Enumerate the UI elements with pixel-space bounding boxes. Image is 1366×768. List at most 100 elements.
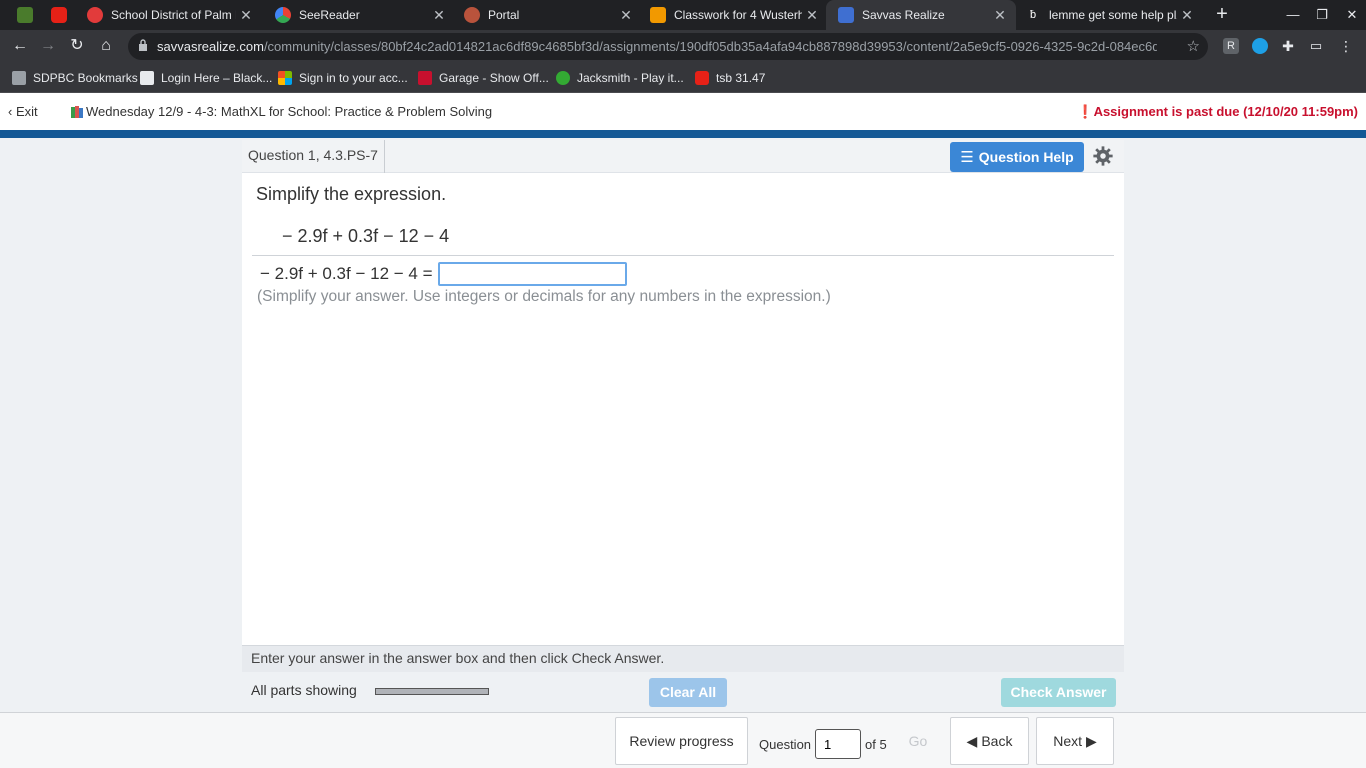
cast-icon[interactable]: ▭ (1308, 38, 1324, 54)
question-total: of 5 (865, 736, 887, 752)
review-progress-button[interactable]: Review progress (615, 717, 748, 765)
back-button[interactable]: ◀ Back (950, 717, 1029, 765)
restore-icon[interactable]: ❐ (1311, 4, 1333, 26)
microsoft-icon (278, 71, 292, 85)
savvas-favicon-icon (838, 7, 854, 23)
next-label: Next (1053, 733, 1082, 749)
menu-kebab-icon[interactable]: ⋮ (1338, 38, 1354, 54)
answer-input[interactable] (437, 262, 627, 286)
close-tab-icon[interactable]: ✕ (802, 7, 822, 24)
tab-classwork[interactable]: Classwork for 4 Wusterha ✕ (638, 0, 828, 30)
back-arrow-icon[interactable]: ← (9, 35, 31, 57)
portal-favicon-icon (464, 7, 480, 23)
close-tab-icon[interactable]: ✕ (1177, 7, 1197, 24)
extension-r-icon[interactable]: R (1223, 38, 1239, 54)
bottom-navigation: Review progress Question of 5 Go ◀ Back … (0, 712, 1366, 768)
classroom-favicon-icon (650, 7, 666, 23)
parts-progress-bar (375, 688, 489, 695)
extensions-puzzle-icon[interactable]: ✚ (1280, 38, 1296, 54)
answer-row: − 2.9f + 0.3f − 12 − 4 = (260, 261, 627, 287)
bookmark-label: tsb 31.47 (716, 71, 766, 85)
pinned-tab-youtube-icon[interactable] (51, 7, 67, 23)
bookmark-label: Sign in to your acc... (299, 71, 408, 85)
exit-label: Exit (15, 104, 38, 119)
school-district-favicon-icon (87, 7, 103, 23)
new-tab-icon[interactable]: + (1211, 3, 1233, 25)
bookmark-jacksmith[interactable]: Jacksmith - Play it... (556, 69, 684, 87)
home-icon[interactable]: ⌂ (95, 35, 117, 57)
bookmark-label: Jacksmith - Play it... (577, 71, 684, 85)
arrow-right-icon: ▶ (1086, 732, 1097, 749)
url-text: savvasrealize.com/community/classes/80bf… (157, 39, 1157, 54)
question-header: Question 1, 4.3.PS-7 ☰ Question Help (242, 140, 1124, 173)
tab-school-district[interactable]: School District of Palm Be ✕ (75, 0, 262, 30)
bookmark-label: Garage - Show Off... (439, 71, 549, 85)
tab-portal[interactable]: Portal ✕ (452, 0, 642, 30)
header-divider-bar (0, 130, 1366, 138)
bookmark-blackboard[interactable]: Login Here – Black... (140, 69, 272, 87)
clear-all-button[interactable]: Clear All (649, 678, 727, 707)
tab-title: School District of Palm Be (111, 8, 236, 22)
close-tab-icon[interactable]: ✕ (429, 7, 449, 24)
back-label: Back (981, 733, 1013, 749)
progress-fill (376, 689, 488, 694)
bookmark-tsb[interactable]: tsb 31.47 (695, 69, 765, 87)
browser-tab-strip: School District of Palm Be ✕ SeeReader ✕… (0, 0, 1366, 30)
bookmark-label: SDPBC Bookmarks (33, 71, 138, 85)
exit-link[interactable]: ‹ Exit (8, 104, 38, 119)
close-tab-icon[interactable]: ✕ (990, 7, 1010, 24)
question-help-label: Question Help (978, 149, 1074, 165)
tab-title: Savvas Realize (862, 8, 945, 22)
question-help-button[interactable]: ☰ Question Help (950, 142, 1084, 172)
extension-blue-icon[interactable] (1252, 38, 1268, 54)
assignment-title: Wednesday 12/9 - 4-3: MathXL for School:… (70, 104, 492, 119)
footer-controls: All parts showing Clear All Check Answer (242, 672, 1124, 712)
books-icon (71, 105, 83, 118)
bookmark-sdpbc[interactable]: SDPBC Bookmarks (12, 69, 138, 87)
close-tab-icon[interactable]: ✕ (236, 7, 256, 24)
arrow-left-icon: ◀ (966, 732, 978, 749)
question-expression: − 2.9f + 0.3f − 12 − 4 (282, 226, 450, 246)
question-number-input[interactable] (815, 729, 862, 759)
tab-title: Classwork for 4 Wusterha (674, 8, 802, 22)
seereader-favicon-icon (275, 7, 291, 23)
go-button[interactable]: Go (895, 717, 941, 765)
brainly-favicon-icon: ƀ (1025, 7, 1041, 23)
past-due-notice: ❗Assignment is past due (12/10/20 11:59p… (1077, 104, 1358, 120)
footer-message: Enter your answer in the answer box and … (242, 645, 1124, 672)
garage-icon (418, 71, 432, 85)
bookmark-microsoft[interactable]: Sign in to your acc... (278, 69, 408, 87)
question-panel: Question 1, 4.3.PS-7 ☰ Question Help Sim… (242, 140, 1124, 712)
browser-toolbar: ← → ↻ ⌂ savvasrealize.com/community/clas… (0, 30, 1366, 63)
address-bar[interactable]: savvasrealize.com/community/classes/80bf… (128, 33, 1208, 60)
gear-icon[interactable] (1092, 145, 1114, 167)
lock-icon (139, 39, 147, 51)
check-answer-button[interactable]: Check Answer (1001, 678, 1116, 707)
tab-seereader[interactable]: SeeReader ✕ (263, 0, 455, 30)
minimize-icon[interactable]: — (1282, 4, 1304, 26)
tab-title: SeeReader (299, 8, 360, 22)
forward-arrow-icon[interactable]: → (37, 35, 59, 57)
bookmark-garage[interactable]: Garage - Show Off... (418, 69, 549, 87)
next-button[interactable]: Next ▶ (1036, 717, 1114, 765)
bookmark-star-icon[interactable]: ☆ (1187, 37, 1200, 55)
all-parts-label: All parts showing (251, 682, 357, 698)
question-jump-label: Question (759, 736, 812, 752)
reload-icon[interactable]: ↻ (66, 35, 88, 57)
bookmarks-bar: SDPBC Bookmarks Login Here – Black... Si… (0, 63, 1366, 93)
tab-brainly[interactable]: ƀ lemme get some help plz - ✕ (1013, 0, 1203, 30)
tab-savvas-realize[interactable]: Savvas Realize ✕ (826, 0, 1016, 30)
past-due-text: Assignment is past due (12/10/20 11:59pm… (1093, 104, 1358, 119)
question-jump: Question of 5 (759, 729, 887, 759)
close-window-icon[interactable]: ✕ (1341, 4, 1363, 26)
pinned-tab-photos-icon[interactable] (17, 7, 33, 23)
assignment-header: ‹ Exit Wednesday 12/9 - 4-3: MathXL for … (0, 93, 1366, 130)
divider (252, 255, 1114, 256)
alert-icon: ❗ (1077, 104, 1094, 119)
answer-hint: (Simplify your answer. Use integers or d… (257, 288, 831, 305)
tab-title: Portal (488, 8, 520, 22)
review-progress-label: Review progress (629, 733, 734, 749)
close-tab-icon[interactable]: ✕ (616, 7, 636, 24)
question-instruction: Simplify the expression. (256, 184, 447, 204)
question-label: Question 1, 4.3.PS-7 (242, 140, 385, 173)
